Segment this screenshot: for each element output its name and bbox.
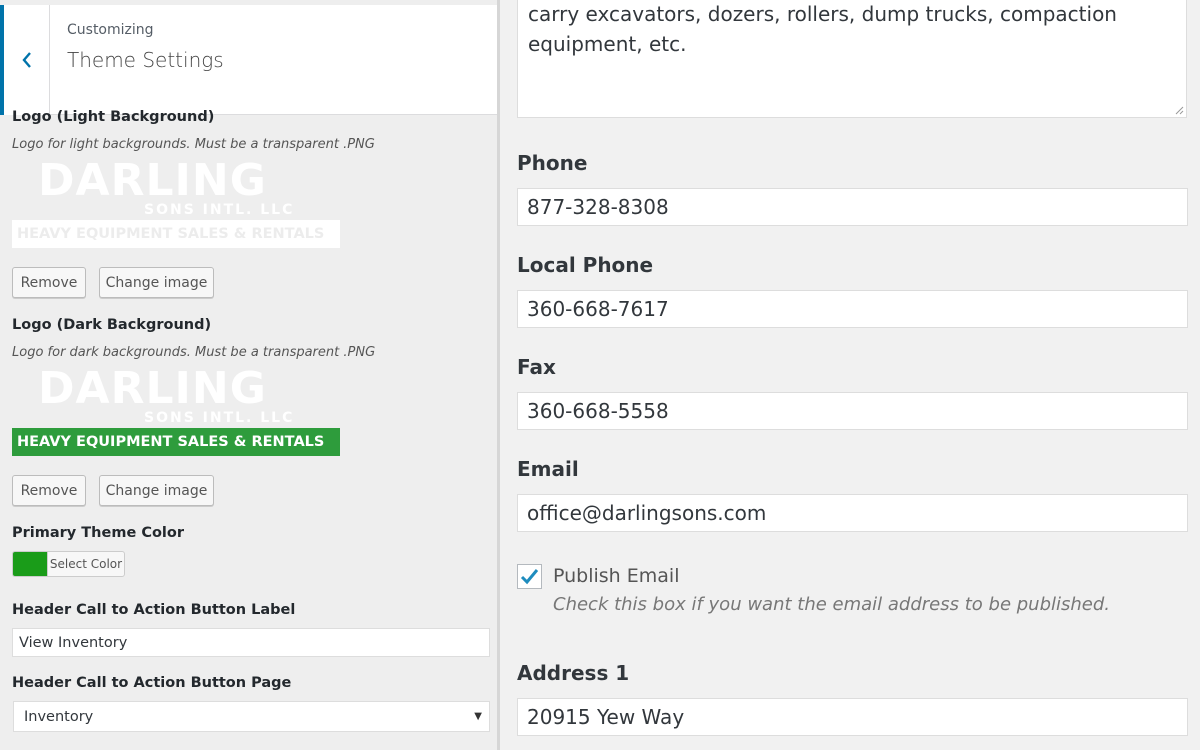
customizer-panel: Customizing Theme Settings Logo (Light B… xyxy=(0,0,497,750)
publish-email-description: Check this box if you want the email add… xyxy=(553,594,1111,615)
primary-color-label: Primary Theme Color xyxy=(12,525,185,541)
cta-page-value: Inventory xyxy=(24,708,94,725)
publish-email-checkbox[interactable] xyxy=(517,564,542,589)
fax-input[interactable]: 360-668-5558 xyxy=(517,392,1188,430)
description-textarea[interactable]: carry excavators, dozers, rollers, dump … xyxy=(517,0,1187,118)
settings-form: carry excavators, dozers, rollers, dump … xyxy=(500,0,1200,750)
logo-dark-preview: DARLING SONS INTL. LLC HEAVY EQUIPMENT S… xyxy=(12,363,342,456)
logo-dark-remove-button[interactable]: Remove xyxy=(12,475,86,506)
local-phone-input[interactable]: 360-668-7617 xyxy=(517,290,1188,328)
address1-input[interactable]: 20915 Yew Way xyxy=(517,698,1188,736)
cta-label-input[interactable]: View Inventory xyxy=(12,628,490,657)
chevron-left-icon xyxy=(21,52,31,68)
logo-brand: DARLING xyxy=(38,155,267,206)
select-color-button[interactable]: Select Color xyxy=(12,551,125,577)
checkmark-icon xyxy=(520,569,539,585)
logo-dark-change-button[interactable]: Change image xyxy=(99,475,214,506)
cta-page-label: Header Call to Action Button Page xyxy=(12,675,292,691)
logo-light-preview: DARLING SONS INTL. LLC HEAVY EQUIPMENT S… xyxy=(12,155,342,248)
customizer-header: Customizing Theme Settings xyxy=(0,5,497,115)
cta-page-select[interactable]: Inventory ▼ xyxy=(13,701,490,732)
logo-dark-label: Logo (Dark Background) xyxy=(12,317,212,333)
color-swatch xyxy=(13,552,47,576)
email-label: Email xyxy=(517,457,579,481)
cta-label-label: Header Call to Action Button Label xyxy=(12,602,296,618)
logo-light-description: Logo for light backgrounds. Must be a tr… xyxy=(12,137,375,152)
email-input[interactable]: office@darlingsons.com xyxy=(517,494,1188,532)
publish-email-label[interactable]: Publish Email xyxy=(553,565,679,587)
logo-light-label: Logo (Light Background) xyxy=(12,109,215,125)
resize-grip-icon[interactable] xyxy=(1174,105,1184,115)
phone-label: Phone xyxy=(517,151,588,175)
description-line-2: equipment, etc. xyxy=(528,32,687,56)
header-subtitle: Customizing xyxy=(67,22,154,38)
logo-sub: SONS INTL. LLC xyxy=(144,410,295,426)
logo-tagline: HEAVY EQUIPMENT SALES & RENTALS xyxy=(12,428,340,456)
select-color-label: Select Color xyxy=(47,552,124,576)
logo-tagline: HEAVY EQUIPMENT SALES & RENTALS xyxy=(12,220,340,248)
logo-light-remove-button[interactable]: Remove xyxy=(12,267,86,298)
page-title: Theme Settings xyxy=(67,48,224,72)
fax-label: Fax xyxy=(517,355,556,379)
address1-label: Address 1 xyxy=(517,661,630,685)
local-phone-label: Local Phone xyxy=(517,253,654,277)
logo-dark-description: Logo for dark backgrounds. Must be a tra… xyxy=(12,345,376,360)
logo-light-change-button[interactable]: Change image xyxy=(99,267,214,298)
logo-brand: DARLING xyxy=(38,363,267,414)
logo-sub: SONS INTL. LLC xyxy=(144,202,295,218)
phone-input[interactable]: 877-328-8308 xyxy=(517,188,1188,226)
back-button[interactable] xyxy=(0,5,50,115)
description-line-1: carry excavators, dozers, rollers, dump … xyxy=(528,2,1117,26)
caret-down-icon: ▼ xyxy=(474,711,482,722)
